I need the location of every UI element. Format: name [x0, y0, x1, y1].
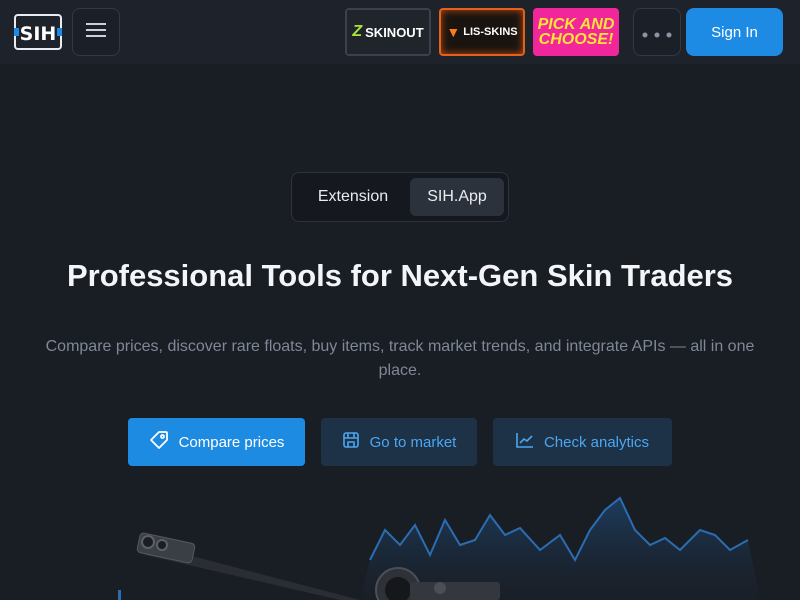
- product-tabs: Extension SIH.App: [291, 172, 509, 222]
- hamburger-icon: [86, 22, 106, 42]
- tag-icon: [149, 430, 169, 454]
- pick-and-choose-banner[interactable]: PICK AND CHOOSE!: [533, 8, 619, 56]
- menu-button[interactable]: [72, 8, 120, 56]
- banner-line-1: PICK AND: [537, 16, 615, 33]
- tab-extension[interactable]: Extension: [296, 178, 410, 216]
- skinout-label: SKINOUT: [365, 24, 424, 40]
- compare-prices-label: Compare prices: [178, 433, 285, 451]
- compare-prices-button[interactable]: Compare prices: [128, 418, 305, 466]
- hero-title: Professional Tools for Next-Gen Skin Tra…: [66, 258, 734, 293]
- logo-text: SIH: [20, 23, 57, 45]
- skinout-banner[interactable]: Z SKINOUT: [345, 8, 431, 56]
- check-analytics-button[interactable]: Check analytics: [493, 418, 672, 466]
- hero-subtitle: Compare prices, discover rare floats, bu…: [45, 338, 755, 379]
- sih-logo[interactable]: SIH: [14, 14, 62, 50]
- go-to-market-button[interactable]: Go to market: [321, 418, 477, 466]
- more-button[interactable]: [633, 8, 681, 56]
- banner-line-2: CHOOSE!: [538, 31, 614, 48]
- top-header: SIH Z SKINOUT ▼ LIS-SKINS PICK AND CHOOS…: [0, 0, 800, 64]
- hero-illustration: [0, 490, 800, 600]
- sign-in-button[interactable]: Sign In: [686, 8, 783, 56]
- more-dots-icon: [642, 23, 672, 42]
- go-to-market-label: Go to market: [369, 433, 457, 451]
- z-logo-icon: Z: [352, 23, 363, 40]
- tab-sih-app[interactable]: SIH.App: [410, 178, 504, 216]
- lis-skins-banner[interactable]: ▼ LIS-SKINS: [439, 8, 525, 56]
- chart-edge-marker: [118, 590, 121, 600]
- store-icon: [342, 431, 360, 453]
- lis-skins-label: LIS-SKINS: [463, 26, 518, 38]
- fox-icon: ▼: [446, 24, 461, 40]
- chart-line-icon: [516, 432, 534, 452]
- check-analytics-label: Check analytics: [543, 433, 650, 451]
